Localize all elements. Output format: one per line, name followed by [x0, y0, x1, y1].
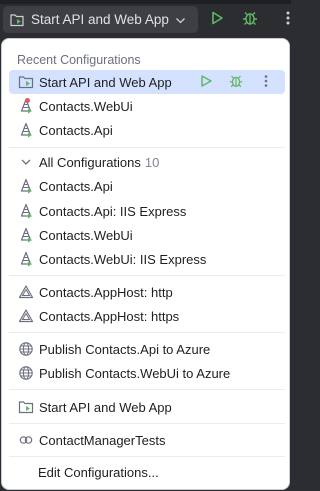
item-label: Contacts.AppHost: http — [39, 284, 173, 300]
separator — [9, 389, 285, 390]
compound-config-icon — [18, 399, 34, 415]
config-item-contacts-api-iis-express[interactable]: Contacts.Api: IIS Express — [9, 199, 285, 223]
group-label: All Configurations — [39, 154, 141, 170]
item-label: Contacts.WebUi — [39, 98, 133, 114]
item-label: Edit Configurations... — [38, 464, 159, 480]
item-label: Contacts.Api — [39, 122, 113, 138]
error-indicator-dot — [25, 98, 30, 103]
config-item-publish-api-azure[interactable]: Publish Contacts.Api to Azure — [9, 337, 285, 361]
separator — [9, 332, 285, 333]
item-label: Contacts.AppHost: https — [39, 308, 180, 324]
run-configuration-label: Start API and Web App — [31, 12, 169, 27]
debug-icon — [241, 9, 259, 30]
run-icon — [209, 10, 225, 29]
recent-item-contacts-api[interactable]: Contacts.Api — [9, 118, 285, 142]
config-item-publish-webui-azure[interactable]: Publish Contacts.WebUi to Azure — [9, 361, 285, 385]
chevron-down-icon — [175, 14, 186, 25]
separator — [9, 147, 285, 148]
config-item-start-api-and-web-app[interactable]: Start API and Web App — [9, 395, 285, 419]
aspire-icon — [18, 284, 34, 300]
debug-button[interactable] — [240, 9, 260, 29]
compound-config-icon — [18, 74, 34, 90]
row-actions — [191, 70, 281, 94]
item-label: Publish Contacts.WebUi to Azure — [39, 365, 231, 381]
item-label: Start API and Web App — [39, 399, 172, 415]
debug-icon — [228, 73, 244, 92]
run-button[interactable] — [207, 9, 227, 29]
recent-item-contacts-webui[interactable]: Contacts.WebUi — [9, 94, 285, 118]
globe-icon — [18, 341, 34, 357]
separator — [9, 423, 285, 424]
chevron-down-icon — [18, 154, 34, 170]
dotnet-project-icon — [18, 227, 34, 243]
config-item-contacts-webui[interactable]: Contacts.WebUi — [9, 223, 285, 247]
dotnet-project-icon — [18, 122, 34, 138]
separator — [9, 275, 285, 276]
run-icon — [199, 74, 213, 91]
dotnet-project-icon — [18, 203, 34, 219]
row-more-button[interactable] — [251, 70, 281, 94]
config-item-contactmanagertests[interactable]: ContactManagerTests — [9, 428, 285, 452]
recent-item-start-api-and-web-app[interactable]: Start API and Web App — [9, 70, 285, 94]
config-item-contacts-api[interactable]: Contacts.Api — [9, 174, 285, 198]
item-label: Contacts.WebUi: IIS Express — [39, 251, 207, 267]
item-label: Contacts.Api — [39, 178, 113, 194]
item-label: Start API and Web App — [39, 74, 172, 90]
item-label: Publish Contacts.Api to Azure — [39, 341, 211, 357]
config-item-contacts-webui-iis-express[interactable]: Contacts.WebUi: IIS Express — [9, 247, 285, 271]
run-configurations-popup: Recent Configurations Start API and Web … — [1, 38, 290, 490]
toolbar-top-strip — [0, 0, 291, 4]
more-vertical-icon — [263, 74, 269, 91]
dotnet-project-icon — [18, 178, 34, 194]
more-vertical-icon — [285, 10, 291, 29]
run-configuration-selector[interactable]: Start API and Web App — [3, 6, 198, 33]
group-count: 10 — [144, 154, 160, 170]
edit-configurations-item[interactable]: Edit Configurations... — [9, 460, 285, 484]
separator — [9, 456, 285, 457]
item-label: ContactManagerTests — [39, 432, 166, 448]
more-actions-button[interactable] — [278, 9, 298, 29]
compound-config-icon — [9, 12, 25, 28]
main-toolbar: Start API and Web App — [0, 0, 291, 38]
dotnet-project-icon — [18, 251, 34, 267]
dotnet-project-icon — [18, 98, 34, 114]
config-item-apphost-http[interactable]: Contacts.AppHost: http — [9, 280, 285, 304]
recent-configurations-title: Recent Configurations — [17, 53, 141, 67]
item-label: Contacts.Api: IIS Express — [39, 203, 187, 219]
config-item-apphost-https[interactable]: Contacts.AppHost: https — [9, 304, 285, 328]
all-configurations-group[interactable]: All Configurations 10 — [9, 151, 285, 173]
test-config-icon — [18, 432, 34, 448]
item-label: Contacts.WebUi — [39, 227, 133, 243]
row-debug-button[interactable] — [221, 70, 251, 94]
aspire-icon — [18, 308, 34, 324]
row-run-button[interactable] — [191, 70, 221, 94]
globe-icon — [18, 365, 34, 381]
